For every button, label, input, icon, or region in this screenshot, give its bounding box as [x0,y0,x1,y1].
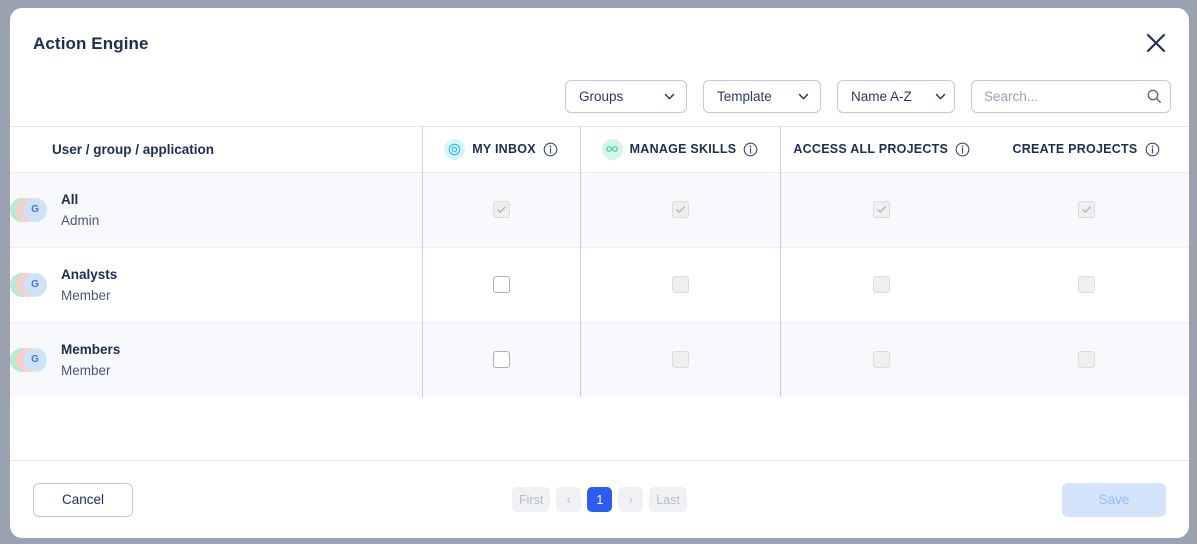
info-icon[interactable] [955,142,970,157]
permissions-table-area: User / group / application MY INBOX MANA… [10,126,1189,460]
checkbox-cell-create-projects [983,171,1189,247]
dialog-header: Action Engine Groups Template Name A-Z S… [10,8,1189,126]
action-engine-dialog: Action Engine Groups Template Name A-Z S… [10,8,1189,538]
info-icon[interactable] [743,142,758,157]
glasses-icon [601,138,623,160]
checkbox-cell-access-all-projects [780,246,983,322]
checkbox-create-projects [1077,351,1095,369]
row-name-cell: G Members Member [10,321,423,397]
avatar: G [10,346,48,374]
avatar-initial: G [23,272,47,297]
pagination: First ‹ 1 › Last [10,487,1189,512]
column-header-manage-skills-label: MANAGE SKILLS [629,142,737,157]
checkbox-manage-skills [671,351,689,369]
checkbox-access-all-projects [873,351,891,369]
checkbox-my-inbox [492,200,510,218]
column-header-manage-skills: MANAGE SKILLS [580,127,781,172]
table-row: G Members Member [10,321,1189,397]
table-body: G All Admin G Analysts Member G Members … [10,171,1189,397]
table-row: G Analysts Member [10,246,1189,322]
row-name: All [61,191,79,207]
avatar-initial: G [23,347,47,372]
chevron-down-icon [934,90,947,103]
table-header: User / group / application MY INBOX MANA… [10,127,1189,172]
groups-dropdown[interactable]: Groups [565,80,687,113]
column-header-access-all-projects-label: ACCESS ALL PROJECTS [793,142,949,157]
row-role: Member [61,287,111,303]
info-icon[interactable] [543,142,558,157]
groups-dropdown-value: Groups [579,89,624,104]
filter-toolbar: Groups Template Name A-Z [565,80,1171,113]
avatar: G [10,196,48,224]
page-title: Action Engine [33,34,149,53]
checkbox-cell-access-all-projects [780,171,983,247]
column-header-my-inbox-label: MY INBOX [472,142,536,157]
column-header-name: User / group / application [10,127,423,172]
dialog-footer: Cancel First ‹ 1 › Last Save [10,460,1189,538]
checkbox-manage-skills [671,200,689,218]
checkbox-cell-access-all-projects [780,321,983,397]
checkbox-manage-skills [671,275,689,293]
sort-dropdown[interactable]: Name A-Z [837,80,955,113]
save-button: Save [1062,482,1166,517]
avatar: G [10,271,48,299]
checkbox-cell-manage-skills [580,171,781,247]
checkbox-my-inbox[interactable] [492,351,510,369]
checkbox-access-all-projects [873,200,891,218]
pagination-prev: ‹ [556,487,582,512]
row-name: Members [61,341,121,357]
search-box [971,80,1171,113]
pagination-next: › [618,487,644,512]
row-name-cell: G Analysts Member [10,246,423,322]
column-header-create-projects-label: CREATE PROJECTS [1012,142,1138,157]
column-header-my-inbox: MY INBOX [422,127,581,172]
row-name: Analysts [61,266,118,282]
row-role: Admin [61,212,100,228]
eye-icon [444,138,466,160]
pagination-page-1[interactable]: 1 [587,487,613,512]
checkbox-cell-manage-skills [580,321,781,397]
info-icon[interactable] [1145,142,1160,157]
checkbox-cell-create-projects [983,321,1189,397]
row-name-cell: G All Admin [10,171,423,247]
row-role: Member [61,362,111,378]
checkbox-cell-my-inbox [422,246,581,322]
checkbox-cell-my-inbox [422,321,581,397]
checkbox-cell-manage-skills [580,246,781,322]
close-icon [1145,32,1167,54]
checkbox-cell-create-projects [983,246,1189,322]
column-header-create-projects: CREATE PROJECTS [983,127,1189,172]
checkbox-my-inbox[interactable] [492,275,510,293]
template-dropdown-value: Template [717,89,772,104]
column-header-access-all-projects: ACCESS ALL PROJECTS [780,127,983,172]
search-input[interactable] [971,80,1171,113]
checkbox-access-all-projects [873,275,891,293]
pagination-last: Last [649,487,687,512]
table-row: G All Admin [10,171,1189,247]
checkbox-create-projects [1077,275,1095,293]
checkbox-cell-my-inbox [422,171,581,247]
chevron-down-icon [663,90,676,103]
chevron-down-icon [797,90,810,103]
close-button[interactable] [1141,28,1171,58]
template-dropdown[interactable]: Template [703,80,821,113]
permissions-table: User / group / application MY INBOX MANA… [10,127,1189,397]
sort-dropdown-value: Name A-Z [851,89,912,104]
pagination-first: First [512,487,551,512]
checkbox-create-projects [1077,200,1095,218]
avatar-initial: G [23,197,47,222]
